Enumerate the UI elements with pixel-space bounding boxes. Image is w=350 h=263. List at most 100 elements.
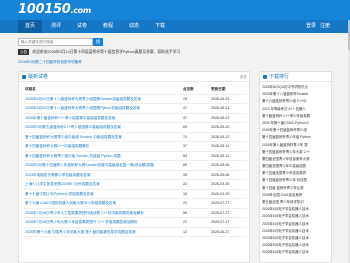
paper-link[interactable]: 2024年电脑知识竞赛小学初级真题及答案 bbox=[25, 171, 180, 181]
nav-item-assessment[interactable]: 测评 bbox=[44, 20, 68, 33]
click-count: 56 bbox=[183, 210, 187, 215]
list-item[interactable]: 2026年6月电子学会机器人技术 bbox=[262, 213, 332, 220]
paper-link[interactable]: 2026年7月28日青少年大赛少年信息素质提升 C++ 学组真题答案及解析 bbox=[25, 218, 180, 228]
paper-link[interactable]: 第十四届蓝桥杯大赛青少组中级 Scratch 初级组 Python 真题 bbox=[25, 152, 180, 162]
notice-text[interactable]: 欢迎参加2026年5月14日第十四届蓝桥杯第十届信息学Python真题及答案、获… bbox=[32, 50, 180, 54]
update-date: 2026-06-23 bbox=[211, 115, 230, 120]
list-item[interactable]: 2026年6月电子学会机器人技术 bbox=[262, 235, 332, 242]
update-date: 2025-07-27 bbox=[211, 220, 230, 224]
side-panel-header: 下载排行 bbox=[260, 72, 333, 82]
table-row: 第十七届中国少年Python小学组真题及答案 18 2026-03-29 bbox=[23, 190, 247, 200]
column-header-date: 更新日期 bbox=[211, 87, 226, 91]
ranking-list: 2026年NOIQU初中专项知识点 2026年第十八届蓝桥杯Scratch 第十… bbox=[262, 84, 332, 257]
table-row: 2026年第十届蓝桥杯C++青少组国赛中高级组真题及答案 47 2026-06-23 bbox=[23, 114, 247, 124]
list-item[interactable]: 2026年6月电子学会机器人技术 bbox=[262, 221, 332, 228]
table-row: 2026年6月22日第十八届蓝桥杯大赛青少组国赛Python初级组真题及答案 47… bbox=[23, 104, 247, 114]
list-item[interactable]: 第十四届全国青少年信息素质 bbox=[262, 170, 332, 177]
list-item[interactable]: 2026年第十四届蓝桥杯青少组 bbox=[262, 127, 332, 134]
top-bar: 100150.com bbox=[0, 0, 350, 20]
panel-title: 最新试卷 bbox=[22, 74, 48, 80]
click-count: 18 bbox=[183, 191, 187, 196]
site-logo[interactable]: 100150.com bbox=[18, 2, 91, 17]
list-item[interactable]: 第四届全国青少年信息素养大赛 bbox=[262, 156, 332, 163]
list-item[interactable]: 第四届全国青少年中高级组赛 bbox=[262, 163, 332, 170]
column-header-name: 试卷名 bbox=[25, 87, 36, 91]
paper-link[interactable]: 2026年第十六届 中国青少年创客大赛 第十届创客赛信息学真题及答案 bbox=[25, 228, 180, 238]
click-count: 35 bbox=[183, 172, 187, 177]
list-item[interactable]: 第十四届蓝桥杯青少年大赛 C++ bbox=[262, 149, 332, 156]
panel-title-text: 最新试卷 bbox=[28, 74, 49, 80]
update-date: 2026-05-12 bbox=[211, 134, 230, 139]
list-item[interactable]: 2026年6月电子学会机器人技术 bbox=[262, 242, 332, 249]
list-item[interactable]: 第十届蓝桥杯 C++青少年组真题 bbox=[262, 113, 332, 120]
list-item[interactable]: 第五届全国 青少年科学知识 bbox=[262, 199, 332, 206]
click-count: 22 bbox=[183, 182, 187, 186]
click-count: 23 bbox=[183, 201, 187, 205]
list-item[interactable]: 第十四届 蓝桥杯青少年比赛 bbox=[262, 185, 332, 192]
list-item[interactable]: 2026年NOIQU初中专项知识点 bbox=[262, 84, 332, 91]
paper-link[interactable]: 2026年6月22日第十八届蓝桥杯大赛青少组国赛Python初级组真题及答案 bbox=[25, 104, 180, 114]
update-date: 2026-05-06 bbox=[211, 163, 230, 167]
paper-link[interactable]: 第十七届中国少年Python小学组真题及答案 bbox=[25, 190, 180, 200]
paper-link[interactable]: 2026年6月22日第十八届蓝桥杯大赛青少组国赛Scratch初级组真题及答案 bbox=[25, 95, 180, 105]
paper-link[interactable]: 2026年5月第十四届青少年蓝桥杯大赛Scratch初级中高级组全国一等(综合题… bbox=[25, 161, 180, 171]
list-item[interactable]: 2026年第十八届蓝桥杯Scratch bbox=[262, 91, 332, 98]
table-row: 第十四届蓝桥杯大赛C++中级组真题解析 37 2026-05-11 bbox=[23, 142, 247, 152]
update-date: 2026-05-11 bbox=[211, 153, 230, 158]
nav-item-papers[interactable]: 试卷 bbox=[70, 20, 94, 33]
click-count: 47 bbox=[183, 106, 187, 110]
nav-item-home[interactable]: 首页 bbox=[18, 20, 42, 33]
update-date: 2025-07-27 bbox=[211, 210, 230, 215]
list-item[interactable]: 第十四届蓝桥杯青少年组 Python bbox=[262, 134, 332, 141]
paper-link[interactable]: 2026年7月28日青少年人工智能素质提升挑战赛 C++初中组真题答案及解析 bbox=[25, 209, 180, 219]
nav-item-tutorials[interactable]: 教程 bbox=[96, 20, 120, 33]
table-row: 2026年5月第十四届青少年蓝桥杯大赛Scratch初级中高级组全国一等(综合题… bbox=[23, 161, 247, 171]
list-item[interactable]: 2026年6月电子学会机器人技术 bbox=[262, 228, 332, 235]
search-bar: 搜 bbox=[18, 38, 332, 47]
login-link[interactable]: 登录 bbox=[306, 20, 316, 33]
click-count: 37 bbox=[183, 144, 187, 148]
paper-link[interactable]: 第十四届蓝桥杯大赛青少组中级组 Scratch 中级组真题及答案 bbox=[25, 133, 180, 143]
update-date: 2025-07-27 bbox=[211, 201, 230, 205]
list-item[interactable]: 2023 年等级考试 AI + 机器人 bbox=[262, 106, 332, 113]
list-icon bbox=[22, 74, 26, 79]
paper-link[interactable]: 上海少儿学生信息竞赛2026年7月份真题及答案 bbox=[25, 180, 180, 190]
register-link[interactable]: 注册 bbox=[320, 20, 330, 33]
update-date: 2026-03-30 bbox=[211, 182, 230, 186]
table-header: 试卷名 点击数 更新日期 bbox=[23, 85, 247, 95]
search-input[interactable] bbox=[18, 38, 93, 46]
click-count: 54 bbox=[183, 153, 187, 158]
click-count: 28 bbox=[183, 96, 187, 101]
paper-link[interactable]: 2026年第十届蓝桥杯C++青少组国赛中高级组真题及答案 bbox=[25, 114, 180, 124]
click-count: 74 bbox=[183, 134, 187, 139]
nav-item-news[interactable]: 动态 bbox=[122, 20, 146, 33]
date-line[interactable]: 2026年5月第二十四届学校信息专项备考 bbox=[18, 59, 218, 65]
papers-table: 试卷名 点击数 更新日期 2026年6月22日第十八届蓝桥杯大赛青少组国赛Scr… bbox=[23, 85, 247, 237]
side-panel-title-text: 下载排行 bbox=[269, 74, 290, 80]
paper-link[interactable]: 第十四届蓝桥杯大赛C++中级组真题解析 bbox=[25, 142, 180, 152]
list-item[interactable]: 2026 年第十届CSMC-Python小 bbox=[262, 120, 332, 127]
paper-link[interactable]: 第十七届 ICAEC国际机器人创客大赛中小学组真题及答案 bbox=[25, 199, 180, 209]
table-row: 2026年5月第五届蓝桥杯C++青少组国赛中高级组真题及答案 69 2026-05-… bbox=[23, 123, 247, 133]
list-icon bbox=[263, 74, 267, 79]
table-row: 2026年7月28日青少年人工智能素质提升挑战赛 C++初中组真题答案及解析 56… bbox=[23, 209, 247, 219]
notice-tag: 公告 bbox=[18, 49, 30, 55]
table-row: 2026年7月28日青少年大赛少年信息素质提升 C++ 学组真题答案及解析 22 2… bbox=[23, 218, 247, 228]
list-item[interactable]: 2026年第八届蓝桥杯青少年 赛 bbox=[262, 142, 332, 149]
list-item[interactable]: 2026年6月电子学会机器人技术 bbox=[262, 249, 332, 256]
more-link[interactable]: 更多 bbox=[240, 74, 247, 80]
list-item[interactable]: 第十六届蓝桥杯青少组 C++中 bbox=[262, 98, 332, 105]
search-button[interactable]: 搜 bbox=[93, 38, 103, 46]
paper-link[interactable]: 2026年5月第五届蓝桥杯C++青少组国赛中高级组真题及答案 bbox=[25, 123, 180, 133]
list-item[interactable]: 2026年6月电子学会机器人技术 bbox=[262, 206, 332, 213]
click-count: 22 bbox=[183, 220, 187, 224]
download-ranking-panel: 下载排行 2026年NOIQU初中专项知识点 2026年第十八届蓝桥杯Scrat… bbox=[259, 71, 333, 263]
table-row: 第十四届蓝桥杯大赛青少组中级组 Scratch 中级组真题及答案 74 2026-0… bbox=[23, 133, 247, 143]
list-item[interactable]: 第十四届蓝桥杯青少年 科技赛 bbox=[262, 177, 332, 184]
update-date: 2026-03-29 bbox=[211, 191, 230, 196]
click-count: 85 bbox=[183, 163, 187, 167]
nav-item-downloads[interactable]: 下载 bbox=[148, 20, 172, 33]
table-row: 2024年电脑知识竞赛小学初级真题及答案 35 2026-05-06 bbox=[23, 171, 247, 181]
list-item[interactable]: 2026年全国 ICAA信息素养 bbox=[262, 192, 332, 199]
main-nav: 首页 测评 试卷 教程 动态 下载 登录 注册 bbox=[0, 20, 350, 33]
